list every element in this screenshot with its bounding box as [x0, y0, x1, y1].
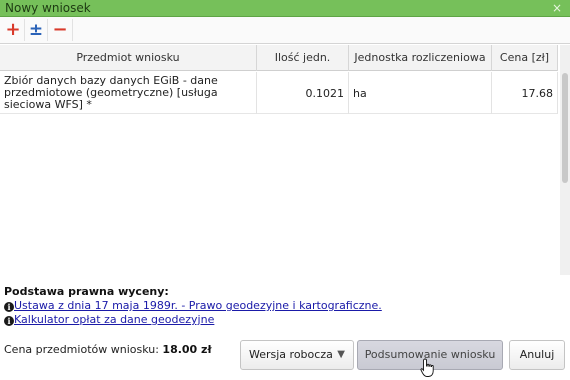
info-icon: i — [4, 302, 14, 312]
column-header-unit[interactable]: Jednostka rozliczeniowa — [349, 45, 492, 71]
add-item-icon[interactable]: + — [3, 19, 23, 41]
cell-quantity: 0.1021 — [257, 72, 349, 114]
cell-unit: ha — [349, 72, 492, 114]
column-header-item[interactable]: Przedmiot wniosku — [0, 45, 257, 71]
cancel-button[interactable]: Anuluj — [509, 340, 565, 370]
toolbar-divider — [24, 19, 25, 41]
price-label: Cena przedmiotów wniosku: — [4, 343, 159, 356]
window-title: Nowy wniosek — [5, 1, 91, 15]
table-header: Przedmiot wniosku Ilość jedn. Jednostka … — [0, 45, 558, 71]
fee-calculator-link[interactable]: Kalkulator opłat za dane geodezyjne — [14, 313, 214, 326]
table-scrollbar[interactable] — [560, 45, 570, 275]
toolbar-divider — [72, 19, 73, 41]
scrollbar-thumb[interactable] — [562, 73, 568, 183]
cell-item: Zbiór danych bazy danych EGiB - dane prz… — [0, 72, 257, 114]
close-icon[interactable]: × — [552, 1, 562, 15]
hand-cursor-icon — [420, 358, 434, 377]
toolbar-divider — [47, 19, 48, 41]
edit-item-icon[interactable]: ± — [26, 19, 46, 41]
legal-heading: Podstawa prawna wyceny: — [4, 285, 169, 298]
column-header-price[interactable]: Cena [zł] — [492, 45, 558, 71]
legal-link-line: i Kalkulator opłat za dane geodezyjne — [4, 313, 564, 326]
law-act-link[interactable]: Ustawa z dnia 17 maja 1989r. - Prawo geo… — [14, 299, 382, 312]
remove-item-icon[interactable]: − — [50, 19, 70, 41]
chevron-down-icon: ▼ — [337, 349, 345, 360]
info-icon: i — [4, 316, 14, 326]
legal-link-line: i Ustawa z dnia 17 maja 1989r. - Prawo ge… — [4, 299, 564, 312]
price-value: 18.00 zł — [162, 343, 212, 356]
column-header-quantity[interactable]: Ilość jedn. — [257, 45, 349, 71]
legal-basis-section: Podstawa prawna wyceny: i Ustawa z dnia 1… — [4, 285, 564, 326]
toolbar: + ± − — [0, 17, 570, 44]
draft-label: Wersja robocza — [249, 348, 333, 361]
cell-price: 17.68 — [492, 72, 558, 114]
window-titlebar: Nowy wniosek × — [0, 0, 570, 17]
table-row[interactable]: Zbiór danych bazy danych EGiB - dane prz… — [0, 72, 558, 114]
draft-version-dropdown[interactable]: Wersja robocza ▼ — [240, 340, 354, 370]
total-price: Cena przedmiotów wniosku: 18.00 zł — [4, 343, 212, 356]
